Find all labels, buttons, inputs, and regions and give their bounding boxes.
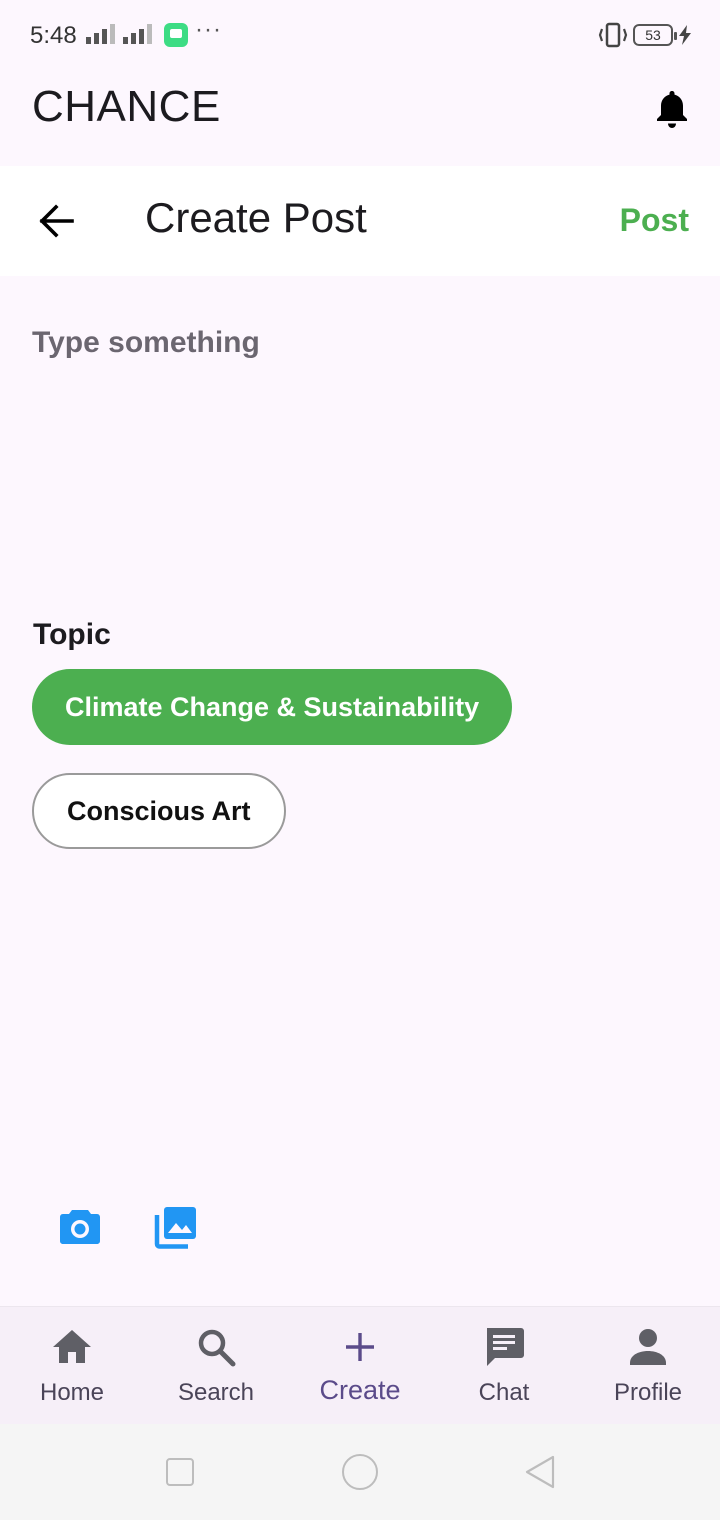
camera-icon[interactable] <box>58 1206 102 1246</box>
post-button[interactable]: Post <box>620 202 689 239</box>
bottom-navigation: Home Search Create Chat Profile <box>0 1306 720 1424</box>
status-time: 5:48 <box>30 22 77 49</box>
nav-item-create[interactable]: Create <box>288 1307 432 1425</box>
signal-icon <box>86 24 115 44</box>
status-bar: 5:48 ··· 53 <box>0 0 720 70</box>
app-title: CHANCE <box>32 82 221 131</box>
topic-chip-climate-change[interactable]: Climate Change & Sustainability <box>32 669 513 745</box>
person-icon <box>630 1329 666 1365</box>
nav-label-search: Search <box>177 1379 255 1406</box>
home-icon <box>53 1330 91 1363</box>
battery-indicator: 53 <box>633 24 677 46</box>
charging-icon <box>679 25 691 45</box>
gallery-icon[interactable] <box>154 1205 198 1249</box>
notifications-bell-icon[interactable] <box>654 88 690 130</box>
back-arrow-icon[interactable] <box>36 200 78 242</box>
search-icon <box>198 1329 236 1367</box>
home-button-icon[interactable] <box>342 1454 378 1490</box>
vibrate-icon <box>598 22 628 48</box>
nav-item-search[interactable]: Search <box>144 1307 288 1425</box>
page-title: Create Post <box>145 194 367 241</box>
nav-item-profile[interactable]: Profile <box>576 1307 720 1425</box>
topic-label: Topic <box>33 618 111 651</box>
create-post-toolbar: Create Post Post <box>0 166 720 276</box>
nav-label-create: Create <box>319 1375 401 1405</box>
chat-icon <box>487 1328 524 1366</box>
recent-apps-icon[interactable] <box>166 1458 194 1486</box>
nav-item-home[interactable]: Home <box>0 1307 144 1425</box>
signal-icon <box>123 24 152 44</box>
nav-label-home: Home <box>39 1379 105 1406</box>
system-navigation-bar <box>0 1424 720 1520</box>
topic-chip-conscious-art[interactable]: Conscious Art <box>32 773 286 849</box>
post-text-input[interactable] <box>32 326 688 576</box>
system-back-icon[interactable] <box>524 1454 556 1490</box>
more-notifications-icon: ··· <box>195 16 222 43</box>
nav-label-profile: Profile <box>613 1379 683 1406</box>
message-notification-icon <box>164 23 188 47</box>
nav-label-chat: Chat <box>478 1379 530 1406</box>
plus-icon <box>346 1333 374 1361</box>
nav-item-chat[interactable]: Chat <box>432 1307 576 1425</box>
